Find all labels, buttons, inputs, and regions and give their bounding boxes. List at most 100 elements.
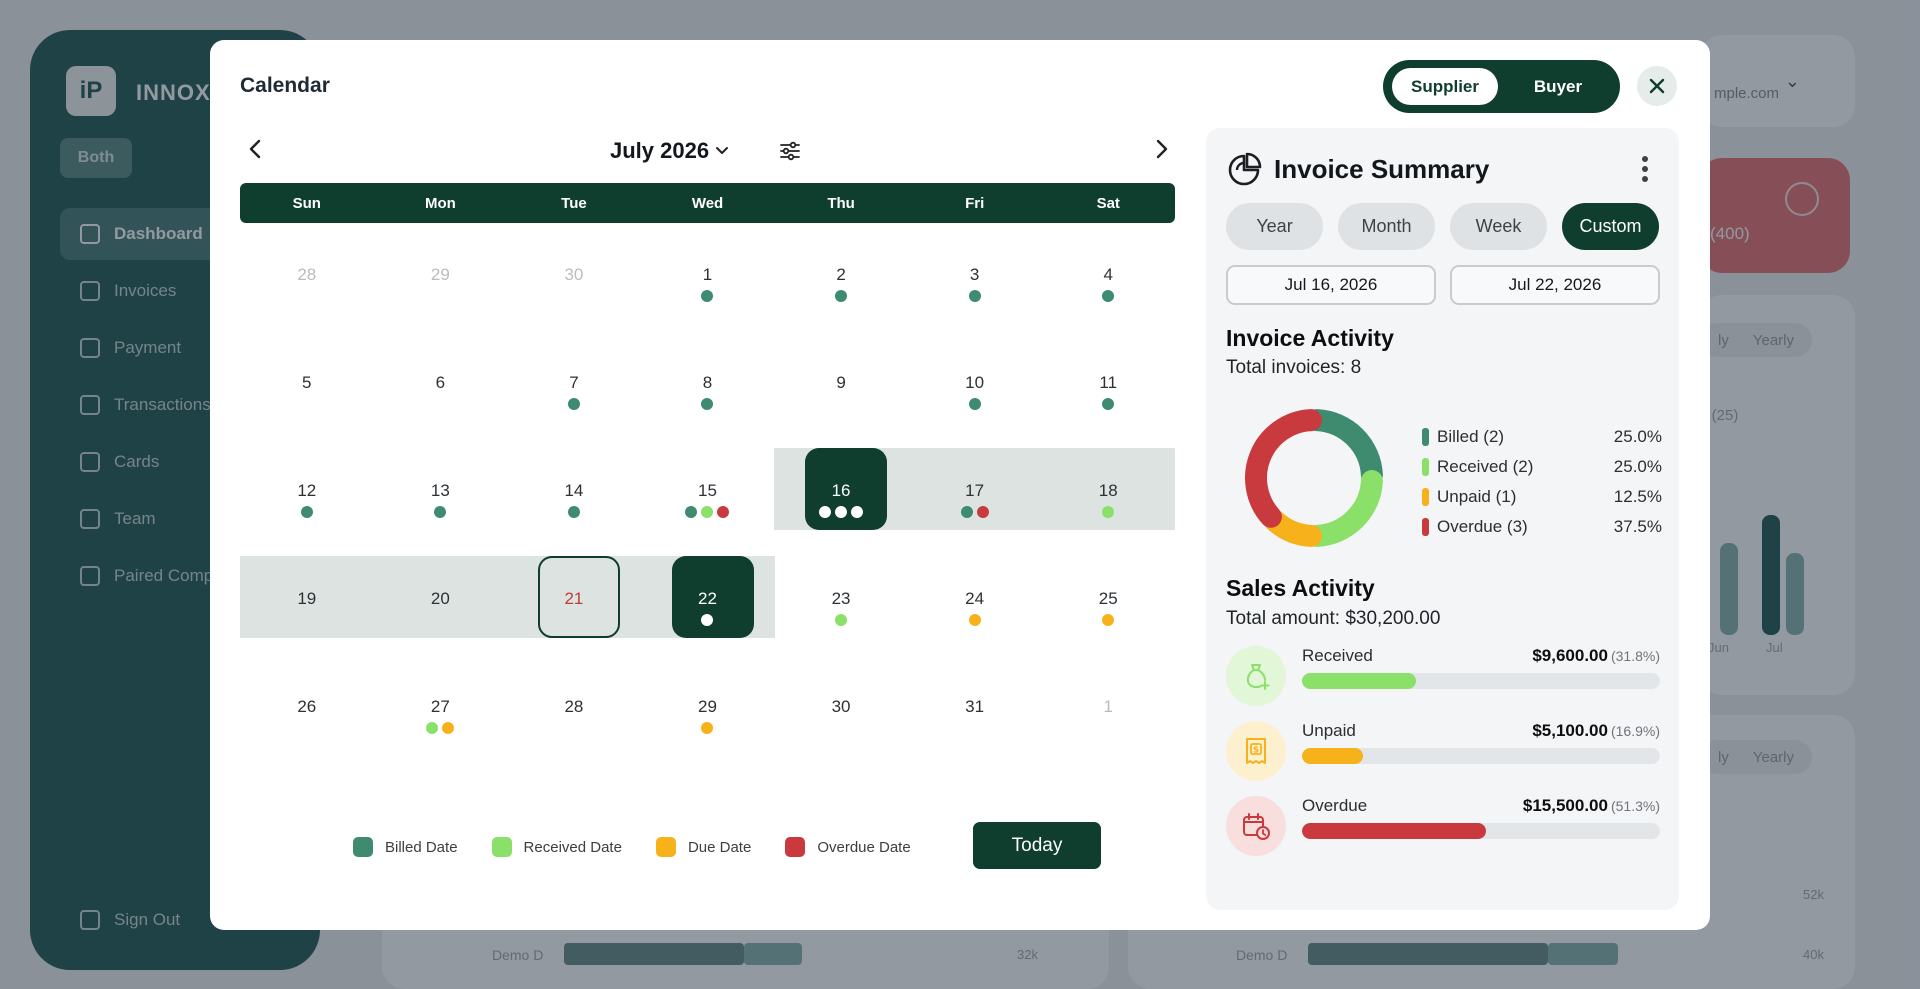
modal-title: Calendar: [240, 74, 330, 97]
sliders-icon: [780, 141, 800, 161]
close-button[interactable]: [1637, 66, 1677, 106]
legend-item: Overdue Date: [785, 837, 911, 857]
calendar-day[interactable]: 5: [240, 340, 374, 448]
donut-slice: [1306, 470, 1383, 547]
toggle-buyer[interactable]: Buyer: [1505, 68, 1611, 105]
sales-amount-value: $5,100.00: [1532, 721, 1608, 740]
event-dot-billed: [960, 506, 973, 518]
period-tab-custom[interactable]: Custom: [1562, 203, 1659, 250]
calendar-day[interactable]: 27: [374, 664, 508, 772]
calendar-day[interactable]: 2: [774, 232, 908, 340]
invoice-summary-panel: Invoice Summary Year Month Week Custom Jul …: [1206, 128, 1679, 910]
day-number: 1: [702, 265, 713, 284]
calendar-day[interactable]: 14: [507, 448, 641, 556]
period-tab-month[interactable]: Month: [1338, 203, 1435, 250]
calendar-day[interactable]: 16: [774, 448, 908, 556]
filter-button[interactable]: [775, 136, 805, 166]
event-dots: [641, 290, 775, 302]
calendar-day[interactable]: 25: [1041, 556, 1175, 664]
event-dot-billed: [685, 506, 698, 518]
calendar-day[interactable]: 11: [1041, 340, 1175, 448]
calendar-day[interactable]: 1: [1041, 664, 1175, 772]
event-dot-due: [442, 722, 455, 734]
legend-item: Billed Date: [353, 837, 458, 857]
donut-legend-pct: 25.0%: [1613, 427, 1662, 446]
event-dots: [641, 506, 775, 518]
calendar-day[interactable]: 19: [240, 556, 374, 664]
event-dots: [374, 722, 508, 734]
calendar-day[interactable]: 15: [641, 448, 775, 556]
sales-amount-pct: (31.8%): [1610, 648, 1660, 664]
calendar-day[interactable]: 29: [641, 664, 775, 772]
day-number: 7: [569, 373, 579, 392]
prev-month-button[interactable]: [240, 134, 270, 164]
legend-label: Received Date: [523, 838, 622, 856]
calendar-day[interactable]: 30: [774, 664, 908, 772]
month-label: July 2026: [610, 138, 710, 163]
calendar-day[interactable]: 20: [374, 556, 508, 664]
calendar-day[interactable]: 9: [774, 340, 908, 448]
today-button[interactable]: Today: [973, 822, 1101, 869]
event-dot-overdue: [976, 506, 989, 518]
day-number: 19: [297, 589, 317, 608]
calendar-day[interactable]: 7: [507, 340, 641, 448]
legend-label: Billed Date: [385, 838, 458, 856]
donut-legend-swatch: [1422, 488, 1429, 506]
calendar-day[interactable]: 30: [507, 232, 641, 340]
calendar-day[interactable]: 17: [908, 448, 1042, 556]
calendar-day[interactable]: 10: [908, 340, 1042, 448]
invoice-donut-legend: Billed (2) 25.0% Received (2) 25.0% Unpaid (…: [1422, 422, 1662, 542]
day-number: 17: [965, 481, 985, 500]
more-options-button[interactable]: [1635, 152, 1655, 186]
start-date-input[interactable]: Jul 16, 2026: [1226, 265, 1436, 305]
period-tabs: Year Month Week Custom: [1226, 203, 1659, 250]
calendar-day[interactable]: 23: [774, 556, 908, 664]
legend-swatch: [655, 837, 676, 857]
event-dot-received: [835, 614, 848, 626]
day-number: 26: [297, 697, 317, 716]
calendar-modal: Calendar Supplier Buyer July 2026 Sun Mon…: [210, 40, 1710, 930]
day-number: 25: [1098, 589, 1118, 608]
toggle-supplier[interactable]: Supplier: [1392, 68, 1498, 105]
month-selector[interactable]: July 2026: [610, 136, 729, 166]
donut-legend-row: Billed (2) 25.0%: [1422, 422, 1662, 452]
legend-swatch: [785, 837, 806, 857]
calendar-day[interactable]: 26: [240, 664, 374, 772]
weekday-label: Mon: [424, 194, 456, 212]
next-month-button[interactable]: [1147, 134, 1177, 164]
weekday-label: Sat: [1096, 194, 1120, 212]
event-dot-billed: [1102, 290, 1115, 302]
event-dot-billed: [1102, 398, 1115, 410]
event-dots: [908, 398, 1042, 410]
calendar-day[interactable]: 13: [374, 448, 508, 556]
legend-item: Due Date: [655, 837, 751, 857]
sales-row-label: Received: [1302, 646, 1373, 665]
calendar-day[interactable]: 28: [240, 232, 374, 340]
calendar-day[interactable]: 4: [1041, 232, 1175, 340]
sales-row-amount: $9,600.00 (31.8%): [1532, 646, 1660, 666]
calendar-day[interactable]: 22: [641, 556, 775, 664]
donut-slice: [1306, 409, 1383, 486]
calendar-day[interactable]: 21: [507, 556, 641, 664]
calendar-grid: 28 29 30 1 2 3 4 5 6 7 8 9 10 11 12 13 14 15 16 17 18 19 20 21 2…: [240, 232, 1175, 772]
event-dot-white: [819, 506, 832, 518]
role-toggle: Supplier Buyer: [1383, 60, 1620, 113]
calendar-day[interactable]: 1: [641, 232, 775, 340]
event-dots: [774, 614, 908, 626]
period-tab-year[interactable]: Year: [1226, 203, 1323, 250]
legend-item: Received Date: [491, 837, 622, 857]
calendar-day[interactable]: 31: [908, 664, 1042, 772]
event-dot-billed: [701, 290, 714, 302]
end-date-input[interactable]: Jul 22, 2026: [1450, 265, 1660, 305]
calendar-day[interactable]: 18: [1041, 448, 1175, 556]
calendar-day[interactable]: 28: [507, 664, 641, 772]
calendar-day[interactable]: 6: [374, 340, 508, 448]
calendar-day[interactable]: 3: [908, 232, 1042, 340]
calendar-day[interactable]: 12: [240, 448, 374, 556]
weekday-label: Wed: [691, 194, 724, 212]
calendar-day[interactable]: 24: [908, 556, 1042, 664]
chevron-down-icon: [716, 147, 729, 154]
calendar-day[interactable]: 29: [374, 232, 508, 340]
calendar-day[interactable]: 8: [641, 340, 775, 448]
period-tab-week[interactable]: Week: [1450, 203, 1547, 250]
